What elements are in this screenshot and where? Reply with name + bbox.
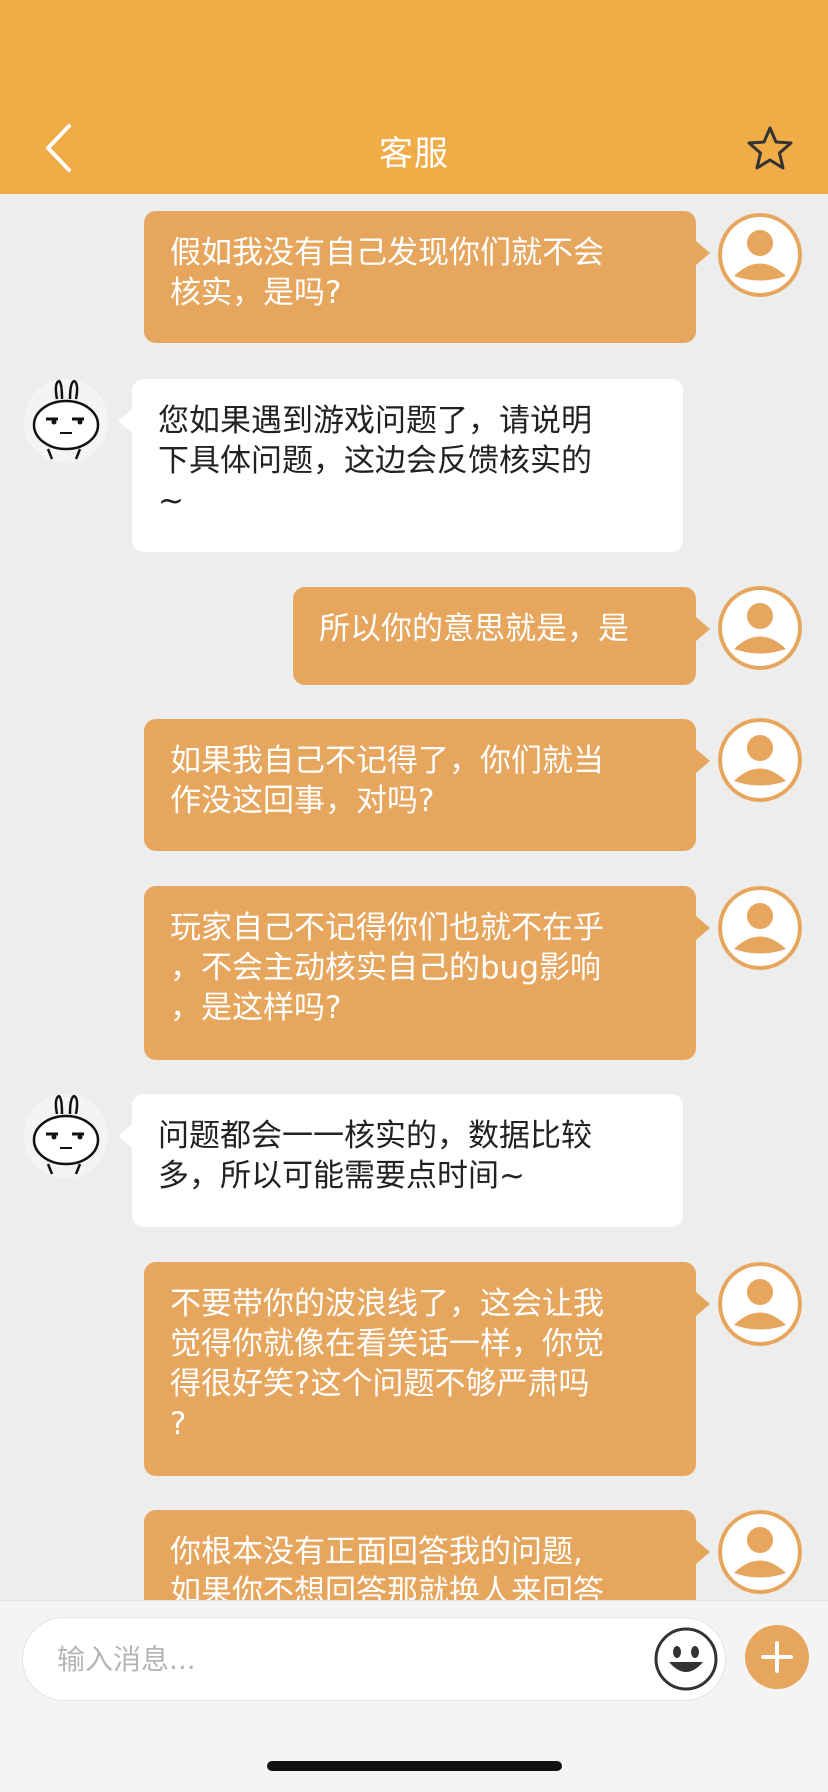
favorite-button[interactable] — [742, 120, 798, 176]
user-message-bubble: 所以你的意思就是，是 — [293, 587, 710, 685]
agent-message-bubble: 您如果遇到游戏问题了，请说明 下具体问题，这边会反馈核实的 ~ — [118, 379, 683, 552]
home-indicator — [267, 1761, 562, 1771]
agent-avatar — [24, 379, 108, 463]
user-message-bubble: 玩家自己不记得你们也就不在乎 ，不会主动核实自己的bug影响 ，是这样吗? — [144, 886, 710, 1060]
user-avatar — [718, 213, 802, 297]
user-avatar — [718, 586, 802, 670]
user-avatar — [718, 718, 802, 802]
header-bar: 客服 — [0, 0, 828, 194]
page-title: 客服 — [379, 134, 449, 174]
star-outline-icon — [747, 126, 793, 170]
emoji-button[interactable] — [653, 1626, 719, 1692]
user-message-bubble: 假如我没有自己发现你们就不会 核实，是吗? — [144, 211, 710, 343]
user-message-bubble: 你根本没有正面回答我的问题, 如果你不想回答那就换人来回答 — [144, 1510, 710, 1600]
chat-screen: 客服 假如我没有自己发现你们就不会 核实，是吗? 您如果遇到游戏问题了，请说明 … — [0, 0, 828, 1792]
message-input[interactable] — [57, 1618, 617, 1700]
plus-icon — [761, 1641, 793, 1673]
plus-button[interactable] — [745, 1625, 809, 1689]
user-avatar — [718, 1510, 802, 1594]
message-input-container[interactable] — [22, 1617, 726, 1701]
user-message-bubble: 不要带你的波浪线了，这会让我 觉得你就像在看笑话一样，你觉 得很好笑?这个问题不… — [144, 1262, 710, 1476]
user-avatar — [718, 886, 802, 970]
agent-avatar — [24, 1094, 108, 1178]
message-list[interactable]: 假如我没有自己发现你们就不会 核实，是吗? 您如果遇到游戏问题了，请说明 下具体… — [0, 194, 828, 1600]
user-avatar — [718, 1262, 802, 1346]
smiley-face-icon — [654, 1627, 718, 1691]
user-message-bubble: 如果我自己不记得了，你们就当 作没这回事，对吗? — [144, 719, 710, 851]
agent-message-bubble: 问题都会一一核实的，数据比较 多，所以可能需要点时间~ — [118, 1094, 683, 1227]
